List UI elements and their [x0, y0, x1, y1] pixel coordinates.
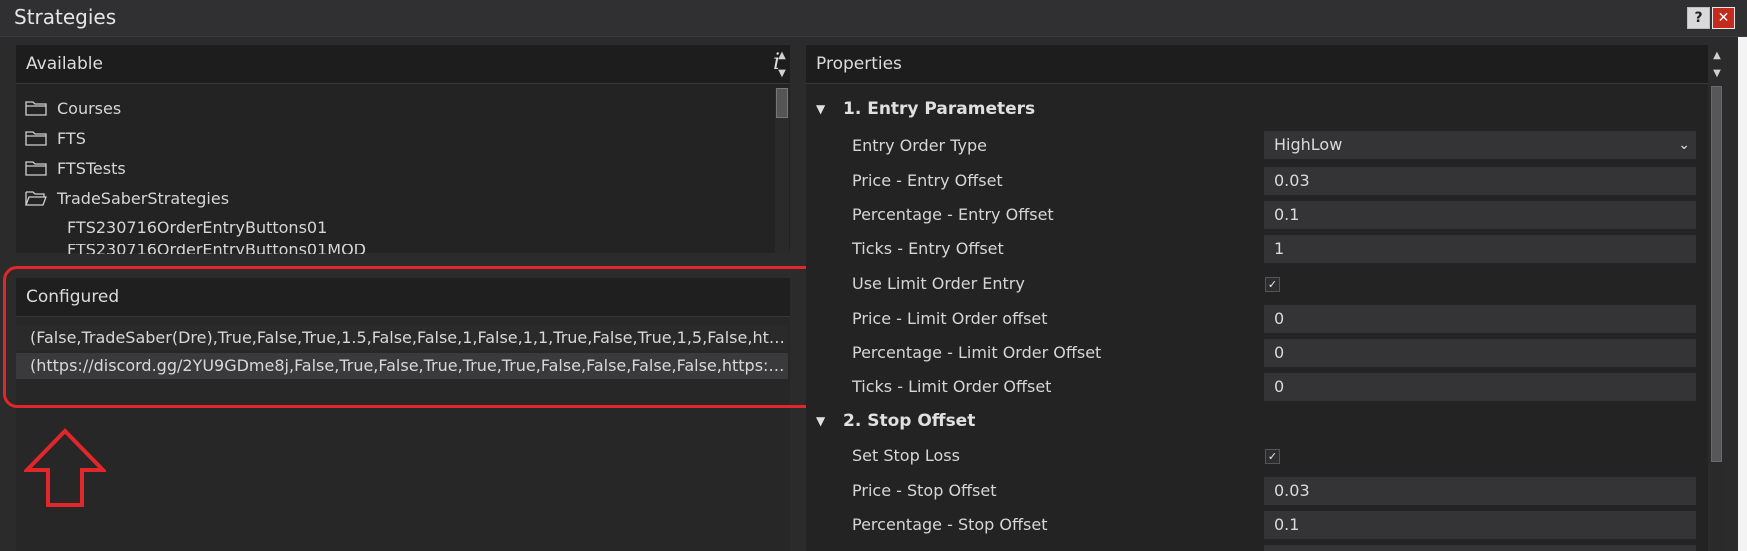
properties-header: Properties — [806, 45, 1708, 84]
set-stop-loss-checkbox[interactable]: ✓ — [1265, 449, 1280, 464]
properties-scroll-down-icon[interactable]: ▼ — [1710, 67, 1724, 81]
use-limit-order-entry-checkbox[interactable]: ✓ — [1265, 277, 1280, 292]
prop-label: Ticks - Entry Offset — [852, 239, 1004, 258]
ticks-limit-order-offset-field[interactable]: 0 — [1264, 373, 1696, 401]
price-limit-order-offset-field[interactable]: 0 — [1264, 305, 1696, 333]
prop-label: Percentage - Limit Order Offset — [852, 343, 1102, 362]
price-entry-offset-field[interactable]: 0.03 — [1264, 167, 1696, 195]
properties-scrollbar-thumb[interactable] — [1711, 86, 1722, 462]
folder-icon — [25, 131, 47, 146]
entry-order-type-dropdown[interactable]: HighLow ⌄ — [1264, 131, 1696, 159]
window-title: Strategies — [14, 5, 117, 29]
percentage-entry-offset-field[interactable]: 0.1 — [1264, 201, 1696, 229]
properties-header-label: Properties — [816, 54, 902, 74]
folder-open-icon — [25, 191, 47, 206]
available-scrollbar-thumb[interactable] — [776, 88, 788, 118]
prop-label: Ticks - Limit Order Offset — [852, 377, 1052, 396]
annotation-up-arrow-icon — [24, 428, 106, 507]
next-property-field-partial[interactable] — [1264, 545, 1696, 551]
properties-panel: Properties — [806, 45, 1708, 551]
tree-clip: FTS230716OrderEntryButtons01MOD — [67, 244, 366, 254]
prop-label: Percentage - Stop Offset — [852, 515, 1048, 534]
prop-label: Price - Stop Offset — [852, 481, 997, 500]
ticks-entry-offset-field[interactable]: 1 — [1264, 235, 1696, 263]
chevron-down-icon: ⌄ — [1678, 137, 1690, 153]
properties-scroll-up-icon[interactable]: ▲ — [1710, 49, 1724, 63]
prop-label: Price - Entry Offset — [852, 171, 1003, 190]
prop-label: Use Limit Order Entry — [852, 274, 1025, 293]
collapse-caret-icon[interactable]: ▼ — [816, 102, 825, 116]
available-header-label: Available — [26, 54, 103, 74]
available-scroll-down-icon[interactable]: ▼ — [775, 67, 789, 81]
close-button[interactable]: ✕ — [1712, 7, 1735, 29]
prop-label: Price - Limit Order offset — [852, 309, 1048, 328]
folder-icon — [25, 161, 47, 176]
prop-label: Set Stop Loss — [852, 446, 960, 465]
price-stop-offset-field[interactable]: 0.03 — [1264, 477, 1696, 505]
background-window-edge — [1738, 37, 1747, 551]
collapse-caret-icon[interactable]: ▼ — [816, 414, 825, 428]
percentage-stop-offset-field[interactable]: 0.1 — [1264, 511, 1696, 539]
annotation-highlight-box — [3, 266, 829, 408]
prop-label: Entry Order Type — [852, 136, 987, 155]
prop-label: Percentage - Entry Offset — [852, 205, 1054, 224]
available-scroll-up-icon[interactable]: ▲ — [775, 49, 789, 63]
available-header: Available i — [16, 45, 790, 84]
title-bar: Strategies ? ✕ — [0, 0, 1747, 37]
help-button[interactable]: ? — [1687, 7, 1710, 29]
percentage-limit-order-offset-field[interactable]: 0 — [1264, 339, 1696, 367]
folder-icon — [25, 101, 47, 116]
